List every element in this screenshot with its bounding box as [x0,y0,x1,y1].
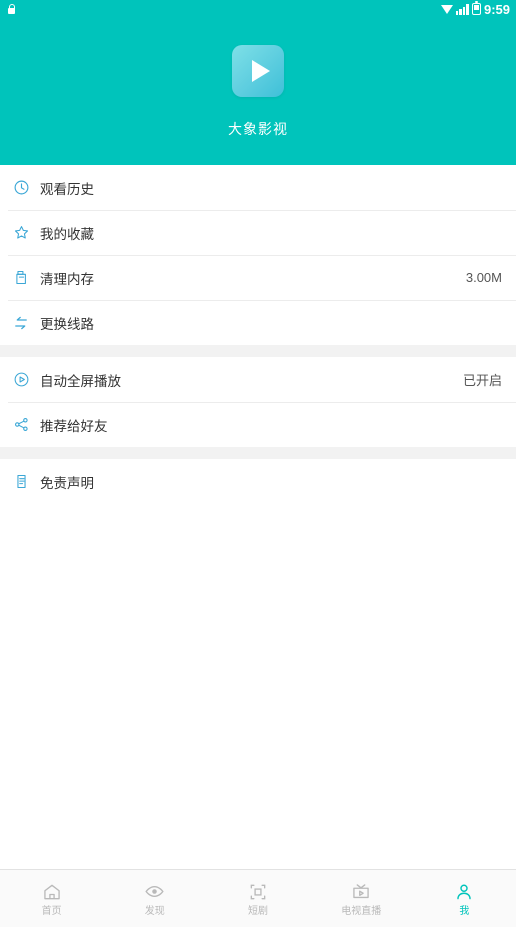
content-filler [0,504,516,869]
lock-icon [6,4,16,15]
menu-item-label: 自动全屏播放 [40,373,121,389]
menu-group-2: 自动全屏播放 已开启 推荐给好友 [0,357,516,447]
star-icon [8,224,34,241]
menu-item-value: 已开启 [462,373,502,388]
tab-label: 首页 [41,905,62,917]
menu-item-watch-history[interactable]: 观看历史 [0,165,516,210]
menu-item-recommend-friend[interactable]: 推荐给好友 [0,402,516,447]
tab-home[interactable]: 首页 [0,870,103,927]
document-icon [8,473,34,490]
broom-clean-icon [8,269,34,286]
tab-label: 电视直播 [341,905,382,917]
menu-item-label: 观看历史 [40,181,94,197]
tab-live-tv[interactable]: 电视直播 [310,870,413,927]
menu-item-label: 更换线路 [40,316,94,332]
swap-lines-icon [8,314,34,332]
menu-item-disclaimer[interactable]: 免责声明 [0,459,516,504]
app-name: 大象影视 [228,120,288,137]
menu-group-3: 免责声明 [0,459,516,504]
eye-icon [144,881,165,903]
tab-profile[interactable]: 我 [413,870,516,927]
status-bar-left-icons [6,4,16,15]
triangle-down-icon [440,4,453,14]
menu-item-value: 3.00M [465,270,502,285]
status-bar: 9:59 [0,0,516,18]
tab-label: 发现 [144,905,165,917]
tab-short-drama[interactable]: 短剧 [206,870,309,927]
bottom-tab-bar: 首页 发现 短剧 电视直播 我 [0,869,516,927]
menu-item-clear-cache[interactable]: 清理内存 3.00M [0,255,516,300]
group-divider-2 [0,447,516,459]
history-clock-icon [8,179,34,196]
play-circle-icon [8,371,34,388]
menu-item-label: 推荐给好友 [40,418,108,434]
tab-label: 短剧 [248,905,268,917]
profile-header: 大象影视 [0,18,516,165]
menu-group-1: 观看历史 我的收藏 清理内存 3.00M 更换线路 [0,165,516,345]
menu-item-auto-fullscreen[interactable]: 自动全屏播放 已开启 [0,357,516,402]
menu-item-my-favorites[interactable]: 我的收藏 [0,210,516,255]
app-logo [232,44,284,97]
group-divider-1 [0,345,516,357]
play-icon [251,59,270,82]
menu-item-label: 我的收藏 [40,226,94,242]
menu-item-label: 清理内存 [40,271,94,287]
battery-icon [471,1,481,15]
person-icon [454,881,474,903]
menu-item-label: 免责声明 [40,475,94,491]
tab-discover[interactable]: 发现 [103,870,206,927]
signal-icon [455,3,469,15]
home-icon [42,881,62,903]
menu-item-change-line[interactable]: 更换线路 [0,300,516,345]
tv-play-icon [351,881,371,903]
app-root: 9:59 大象影视 观看历史 我的收藏 清理内存 3.00M 更换线路 自动全屏… [0,0,516,927]
share-nodes-icon [8,416,34,433]
tab-label: 我 [459,905,470,917]
status-bar-right-icons: 9:59 [440,1,510,17]
status-bar-clock: 9:59 [483,1,510,17]
frame-icon [248,881,268,903]
